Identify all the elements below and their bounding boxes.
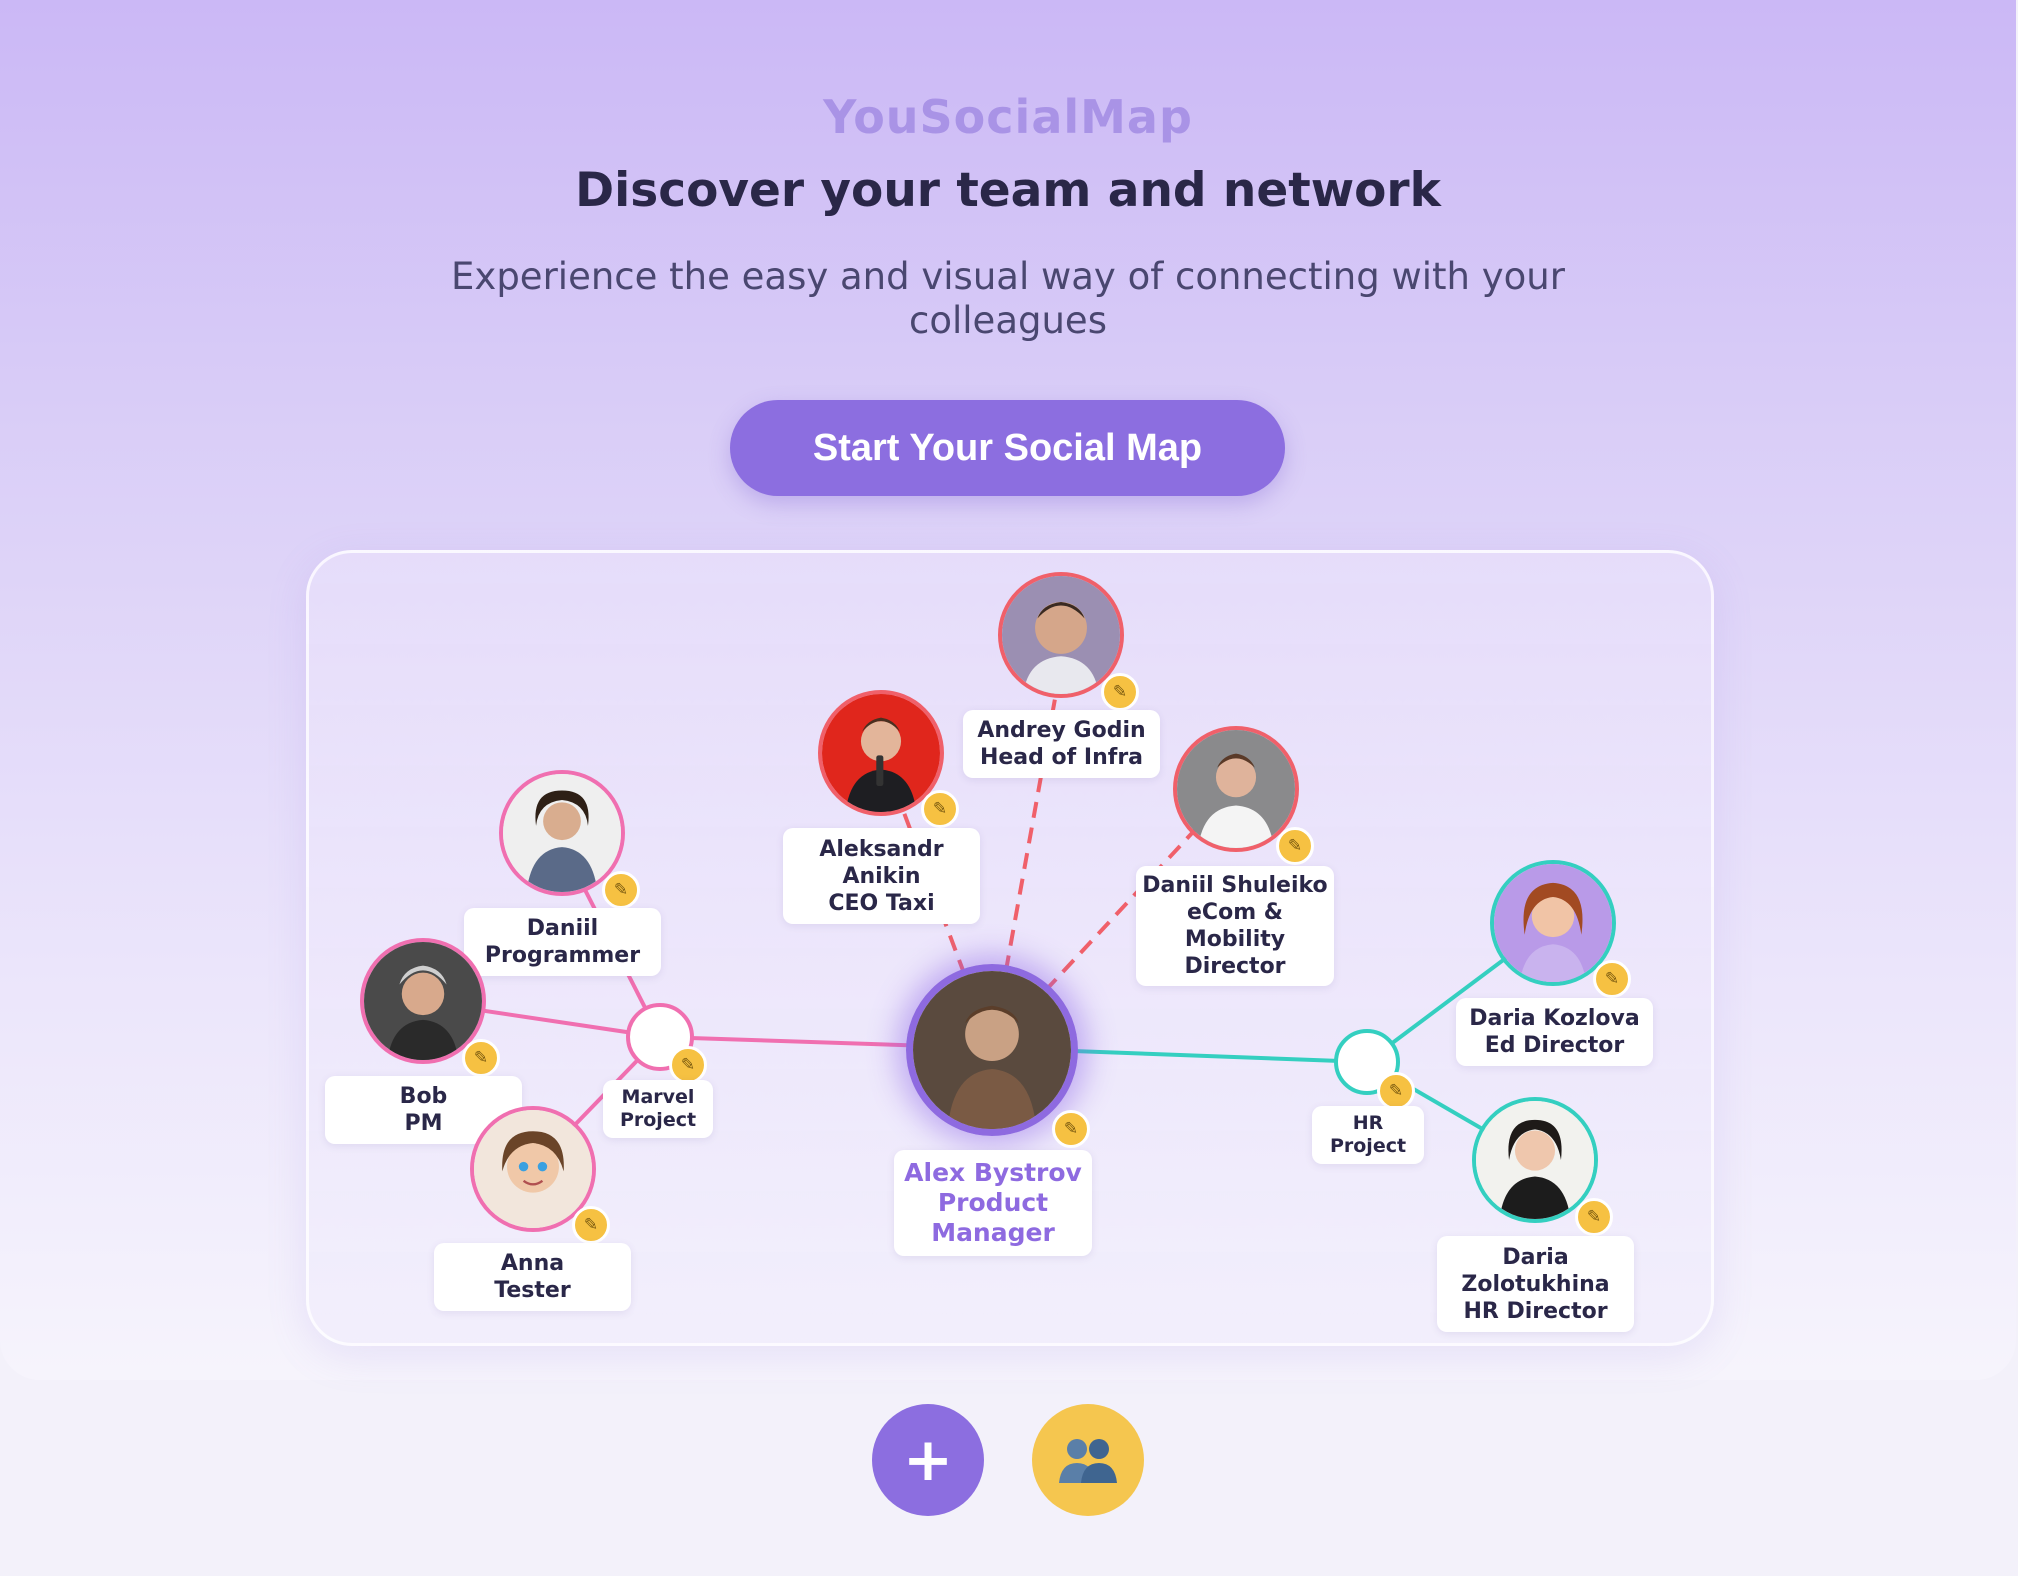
pencil-icon[interactable]: ✎ <box>1575 1198 1613 1236</box>
pencil-icon[interactable]: ✎ <box>1052 1110 1090 1148</box>
center-person-label: Alex Bystrov Product Manager <box>894 1150 1092 1256</box>
pencil-icon[interactable]: ✎ <box>572 1206 610 1244</box>
pencil-icon[interactable]: ✎ <box>1593 960 1631 998</box>
group-label-marvel: Marvel Project <box>603 1080 713 1138</box>
person-label-daria-zolotukhina: Daria Zolotukhina HR Director <box>1437 1236 1634 1332</box>
plus-icon: + <box>902 1425 954 1495</box>
pencil-icon[interactable]: ✎ <box>921 790 959 828</box>
person-label-anna: Anna Tester <box>434 1243 631 1311</box>
pencil-icon[interactable]: ✎ <box>1276 827 1314 865</box>
pencil-icon[interactable]: ✎ <box>602 871 640 909</box>
pencil-icon[interactable]: ✎ <box>1377 1072 1415 1110</box>
person-label-daniil: Daniil Programmer <box>464 908 661 976</box>
group-label-hr: HR Project <box>1312 1106 1424 1164</box>
pencil-icon[interactable]: ✎ <box>462 1039 500 1077</box>
group-icon <box>1059 1439 1117 1483</box>
person-label-aleksandr-anikin: Aleksandr Anikin CEO Taxi <box>783 828 980 924</box>
group-button[interactable] <box>1032 1404 1144 1516</box>
pencil-icon[interactable]: ✎ <box>669 1046 707 1084</box>
add-button[interactable]: + <box>872 1404 984 1516</box>
person-label-andrey-godin: Andrey Godin Head of Infra <box>963 710 1160 778</box>
person-label-daria-kozlova: Daria Kozlova Ed Director <box>1456 998 1653 1066</box>
pencil-icon[interactable]: ✎ <box>1101 673 1139 711</box>
person-label-daniil-shuleiko: Daniil Shuleiko eCom & Mobility Director <box>1136 866 1334 986</box>
avatar-center[interactable] <box>906 964 1078 1136</box>
